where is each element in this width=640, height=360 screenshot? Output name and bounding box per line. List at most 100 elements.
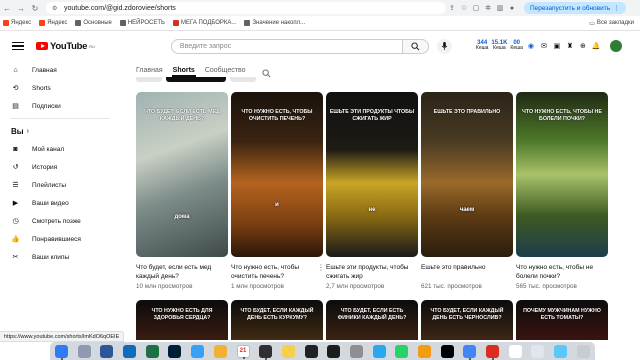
tab-shorts[interactable]: Shorts	[173, 67, 195, 74]
bookmark-item[interactable]: Основные	[75, 20, 112, 26]
obs-icon[interactable]	[259, 344, 273, 360]
sidebar-item-home[interactable]: ⌂ Главная	[0, 61, 120, 79]
back-icon[interactable]: ←	[0, 1, 14, 15]
short-thumbnail[interactable]: Что нужно есть, чтобы не болели почки?	[516, 92, 608, 257]
short-thumbnail[interactable]: Что будет, если каждый день есть куркуму…	[231, 300, 323, 340]
sidebar-item-subscriptions[interactable]: ▤ Подписки	[0, 97, 120, 115]
short-card[interactable]: Что нужно есть, чтобы очистить печень? и Ч…	[231, 92, 325, 292]
sort-chip[interactable]	[166, 77, 226, 82]
more-actions-icon[interactable]: ⋮	[317, 263, 325, 272]
short-thumbnail[interactable]: Что нужно есть для здоровья сердца?	[136, 300, 228, 340]
short-card[interactable]: Ешьте это правильно чаем Ешьте это правиль…	[421, 92, 513, 292]
profile-avatar-icon[interactable]: ●	[506, 2, 518, 14]
bookmark-item[interactable]: Яндекс	[3, 20, 31, 26]
voice-search-button[interactable]	[436, 38, 452, 54]
short-title[interactable]: Что нужно есть, чтобы очистить печень?	[231, 263, 321, 281]
bookmark-item[interactable]: НЕЙРОСЕТЬ	[119, 20, 165, 26]
bookmark-star-icon[interactable]: ☆	[458, 2, 470, 14]
short-thumbnail[interactable]: Что будет, если есть финики каждый день?	[326, 300, 418, 340]
acrobat-icon[interactable]	[486, 344, 500, 360]
chatgpt-icon[interactable]	[304, 344, 318, 358]
short-title[interactable]: Что будет, если есть мед каждый день?	[136, 263, 226, 281]
notifications-icon[interactable]: 🔔	[591, 41, 601, 51]
launchpad-icon[interactable]	[77, 344, 91, 358]
reload-icon[interactable]: ↻	[28, 1, 42, 15]
address-bar[interactable]: ⚙ youtube.com/@gid.zdoroviee/shorts	[46, 2, 446, 14]
short-title[interactable]: Ешьте это правильно	[421, 263, 511, 272]
tab-community[interactable]: Сообщество	[205, 67, 246, 74]
bookmark-item[interactable]: Значение накопл...	[244, 20, 305, 26]
downloads-icon[interactable]	[554, 344, 568, 358]
telegram-icon[interactable]	[372, 344, 386, 358]
thumbnail-subtitle: не	[368, 207, 376, 213]
youtube-logo[interactable]: YouTube RU	[36, 41, 95, 52]
relaunch-update-button[interactable]: Перезапустить и обновить ⋮	[524, 2, 626, 14]
stat-counter[interactable]: 344 Кеша	[476, 40, 489, 52]
short-views: 10 млн просмотров	[136, 283, 193, 290]
search-input[interactable]: Введите запрос	[170, 38, 403, 54]
bookmark-item[interactable]: Яндекс	[39, 20, 67, 26]
thumbnail-subtitle: чаем	[459, 207, 475, 213]
extensions-puzzle-icon[interactable]: ✲	[482, 2, 494, 14]
sidebar-item-playlists[interactable]: ☰ Плейлисты	[0, 176, 120, 194]
short-thumbnail[interactable]: Почему мужчинам нужно есть томаты?	[516, 300, 608, 340]
notes-icon[interactable]	[281, 344, 295, 358]
short-thumbnail[interactable]: Ешьте это правильно чаем	[421, 92, 513, 257]
extension-icon[interactable]: ▢	[470, 2, 482, 14]
whatsapp-icon[interactable]	[395, 344, 409, 358]
short-thumbnail[interactable]: Что будет, если каждый день есть черносл…	[421, 300, 513, 340]
short-thumbnail[interactable]: Что будет, если есть мед каждый день? дом…	[136, 92, 228, 257]
sidebar-item-your-videos[interactable]: ▶ Ваши видео	[0, 194, 120, 212]
sidebar-item-clips[interactable]: ✂ Ваши клипы	[0, 248, 120, 266]
finder-icon[interactable]	[55, 344, 68, 360]
excel-icon[interactable]	[145, 344, 159, 358]
preview-icon[interactable]	[531, 344, 545, 358]
safari-icon[interactable]	[191, 344, 205, 358]
all-bookmarks-button[interactable]: ▭ Все закладки	[589, 20, 634, 27]
sort-chip[interactable]	[230, 77, 256, 82]
short-title[interactable]: Что нужно есть, чтобы не болели почки?	[516, 263, 606, 281]
short-thumbnail[interactable]: Ешьте эти продукты чтобы сжигать жир не	[326, 92, 418, 257]
stat-counter[interactable]: 00 Кеша	[510, 40, 523, 52]
sidebar-item-shorts[interactable]: ⟲ Shorts	[0, 79, 120, 97]
create-icon[interactable]: ⊕	[578, 41, 588, 51]
calendar-icon[interactable]: 21	[236, 344, 250, 359]
mail-icon[interactable]: ✉	[539, 41, 549, 51]
stat-counter[interactable]: 15.1K Кеша	[491, 40, 507, 52]
capcut-icon[interactable]	[327, 344, 341, 358]
short-thumbnail[interactable]: Что нужно есть, чтобы очистить печень? и	[231, 92, 323, 257]
camera-icon[interactable]: ▣	[552, 41, 562, 51]
photos-icon[interactable]	[213, 344, 227, 358]
word-icon[interactable]	[100, 344, 114, 358]
forward-icon[interactable]: →	[14, 1, 28, 15]
outlook-icon[interactable]	[123, 344, 137, 358]
account-avatar[interactable]	[609, 40, 622, 52]
menu-icon[interactable]	[12, 42, 24, 50]
tab-home[interactable]: Главная	[136, 67, 163, 74]
sort-chip[interactable]	[136, 77, 162, 82]
pages-icon[interactable]	[418, 344, 431, 358]
settings-icon[interactable]	[349, 344, 363, 358]
bookmark-item[interactable]: МЕГА ПОДБОРКА...	[172, 20, 236, 26]
sidepanel-icon[interactable]: ▥	[494, 2, 506, 14]
site-info-icon[interactable]: ⚙	[52, 5, 60, 12]
trophy-icon[interactable]: ♜	[565, 41, 575, 51]
chrome-icon[interactable]	[463, 344, 477, 360]
photoshop-icon[interactable]	[168, 344, 182, 358]
sidebar-you-heading[interactable]: Вы ›	[0, 122, 120, 140]
sidebar-item-liked[interactable]: 👍 Понравившиеся	[0, 230, 120, 248]
short-card[interactable]: Что будет, если есть мед каждый день? дом…	[136, 92, 228, 292]
yandex-icon[interactable]	[508, 344, 522, 358]
short-card[interactable]: Ешьте эти продукты чтобы сжигать жир не Еш…	[326, 92, 418, 292]
extension-blue-icon[interactable]: ◉	[526, 41, 536, 51]
running-indicator	[60, 357, 63, 360]
sidebar-item-history[interactable]: ↺ История	[0, 158, 120, 176]
sidebar-item-channel[interactable]: ◙ Мой канал	[0, 140, 120, 158]
sidebar-item-watch-later[interactable]: ◷ Смотреть позже	[0, 212, 120, 230]
short-card[interactable]: Что нужно есть, чтобы не болели почки? Чт…	[516, 92, 608, 292]
trash-icon[interactable]	[576, 344, 590, 358]
share-icon[interactable]: ⇪	[446, 2, 458, 14]
capcut2-icon[interactable]	[440, 344, 454, 358]
short-title[interactable]: Ешьте эти продукты, чтобы сжигать жир	[326, 263, 416, 281]
search-button[interactable]	[402, 38, 429, 54]
